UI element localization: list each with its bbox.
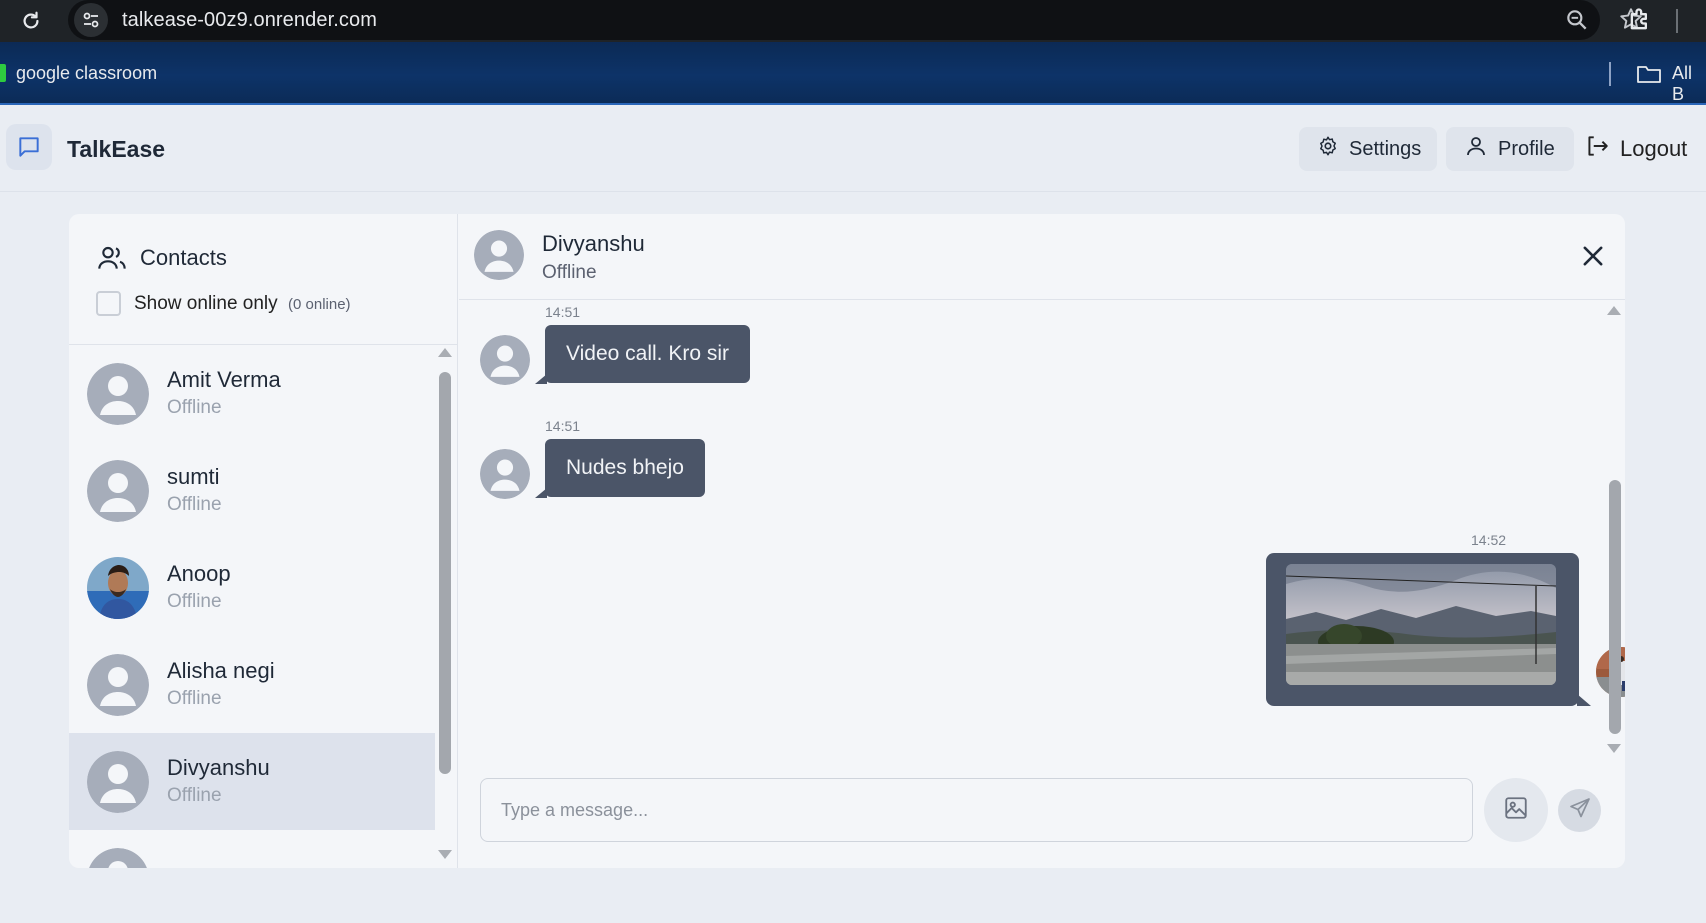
default-avatar-icon bbox=[87, 363, 149, 425]
settings-label: Settings bbox=[1349, 137, 1422, 160]
contacts-title: Contacts bbox=[140, 245, 227, 270]
message-bubble: Nudes bhejo bbox=[545, 439, 705, 497]
default-avatar-icon bbox=[87, 460, 149, 522]
message-list: 14:51 Video call. Kro sir 14:51 Nudes bh… bbox=[459, 300, 1625, 756]
gear-icon bbox=[1317, 135, 1339, 163]
message-composer bbox=[459, 756, 1625, 868]
contact-status: Offline bbox=[167, 785, 222, 806]
default-avatar-icon bbox=[480, 335, 530, 385]
contact-name: Anoop bbox=[167, 561, 231, 586]
default-avatar-icon bbox=[87, 751, 149, 813]
folder-icon[interactable] bbox=[1636, 62, 1662, 91]
message-time: 14:51 bbox=[545, 418, 581, 434]
send-button[interactable] bbox=[1558, 789, 1601, 832]
bookmarks-divider bbox=[1609, 62, 1611, 86]
contacts-header: Contacts Show online only (0 online) bbox=[69, 214, 458, 345]
contact-status: Offline bbox=[167, 494, 222, 515]
all-bookmarks[interactable]: All B bbox=[1672, 63, 1706, 105]
default-avatar-icon bbox=[474, 230, 524, 280]
shared-photo[interactable] bbox=[1286, 564, 1556, 685]
contact-name: Alisha negi bbox=[167, 658, 275, 683]
contact-item[interactable]: sumti Offline bbox=[69, 442, 435, 539]
bookmarks-bar: google classroom All B bbox=[0, 42, 1706, 105]
contact-list: Amit Verma Offline sumti Offline Anoop O… bbox=[69, 345, 435, 868]
app-header: TalkEase Settings Profile Logout bbox=[0, 107, 1706, 192]
contact-status: Offline bbox=[167, 688, 222, 709]
logout-label: Logout bbox=[1620, 136, 1688, 161]
app-title: TalkEase bbox=[67, 136, 166, 162]
show-online-checkbox[interactable] bbox=[96, 291, 121, 316]
contact-status: Offline bbox=[167, 397, 222, 418]
scroll-up-arrow[interactable] bbox=[1607, 306, 1621, 315]
contact-name: Divyanshu bbox=[167, 755, 270, 780]
contact-item[interactable]: Anoop Offline bbox=[69, 539, 435, 636]
settings-button[interactable]: Settings bbox=[1299, 127, 1437, 171]
image-upload-button[interactable] bbox=[1484, 778, 1548, 842]
message-bubble: Video call. Kro sir bbox=[545, 325, 751, 383]
zoom-icon[interactable] bbox=[1564, 7, 1590, 38]
chat-contact-name: Divyanshu bbox=[542, 231, 645, 256]
close-icon[interactable] bbox=[1579, 242, 1607, 275]
messages-scrollbar-thumb[interactable] bbox=[1609, 480, 1621, 734]
extensions-icon[interactable] bbox=[1626, 6, 1654, 39]
chat-header: Divyanshu Offline bbox=[459, 214, 1625, 300]
default-avatar-icon bbox=[87, 654, 149, 716]
profile-button[interactable]: Profile bbox=[1446, 127, 1574, 171]
default-avatar-icon bbox=[480, 449, 530, 499]
chat-panel: Divyanshu Offline 14:51 Video call. Kro … bbox=[459, 214, 1625, 868]
contact-item[interactable]: Amit Verma Offline bbox=[69, 345, 435, 442]
online-count: (0 online) bbox=[288, 296, 351, 313]
url-text[interactable]: talkease-00z9.onrender.com bbox=[122, 9, 377, 32]
chat-container: Contacts Show online only (0 online) Ami… bbox=[69, 214, 1625, 868]
users-icon bbox=[96, 242, 128, 279]
contact-item[interactable]: Alisha negi Offline bbox=[69, 636, 435, 733]
bookmark-google-classroom[interactable]: google classroom bbox=[16, 63, 157, 84]
logout-button[interactable]: Logout bbox=[1576, 127, 1706, 171]
user-icon bbox=[1464, 134, 1488, 164]
show-online-label[interactable]: Show online only bbox=[134, 293, 278, 315]
image-icon bbox=[1503, 795, 1529, 826]
contact-item-selected[interactable]: Divyanshu Offline bbox=[69, 733, 435, 830]
scroll-down-arrow[interactable] bbox=[438, 850, 452, 859]
scroll-up-arrow[interactable] bbox=[438, 348, 452, 357]
message-input[interactable] bbox=[480, 778, 1473, 842]
contact-status: Offline bbox=[167, 591, 222, 612]
reload-icon[interactable] bbox=[16, 6, 46, 36]
chat-bubble-icon bbox=[6, 124, 52, 170]
contact-name: Amit Verma bbox=[167, 367, 281, 392]
chat-contact-status: Offline bbox=[542, 262, 597, 283]
contacts-scrollbar-thumb[interactable] bbox=[439, 372, 451, 774]
toolbar-divider bbox=[1676, 9, 1678, 33]
browser-toolbar: talkease-00z9.onrender.com bbox=[0, 0, 1706, 42]
contacts-sidebar: Contacts Show online only (0 online) Ami… bbox=[69, 214, 458, 868]
contact-name: sumti bbox=[167, 464, 220, 489]
send-icon bbox=[1568, 796, 1592, 825]
bubble-tail bbox=[1577, 694, 1591, 706]
default-avatar-icon bbox=[87, 848, 149, 868]
scroll-down-arrow[interactable] bbox=[1607, 744, 1621, 753]
site-settings-icon[interactable] bbox=[74, 3, 108, 37]
contact-item-partial[interactable] bbox=[69, 830, 435, 868]
message-time: 14:51 bbox=[545, 304, 581, 320]
logout-icon bbox=[1584, 133, 1610, 165]
address-bar[interactable]: talkease-00z9.onrender.com bbox=[68, 0, 1642, 40]
classroom-favicon bbox=[0, 64, 6, 82]
message-time: 14:52 bbox=[1471, 532, 1507, 548]
image-message-bubble[interactable] bbox=[1266, 553, 1579, 706]
profile-photo bbox=[87, 557, 149, 619]
profile-label: Profile bbox=[1498, 137, 1555, 160]
